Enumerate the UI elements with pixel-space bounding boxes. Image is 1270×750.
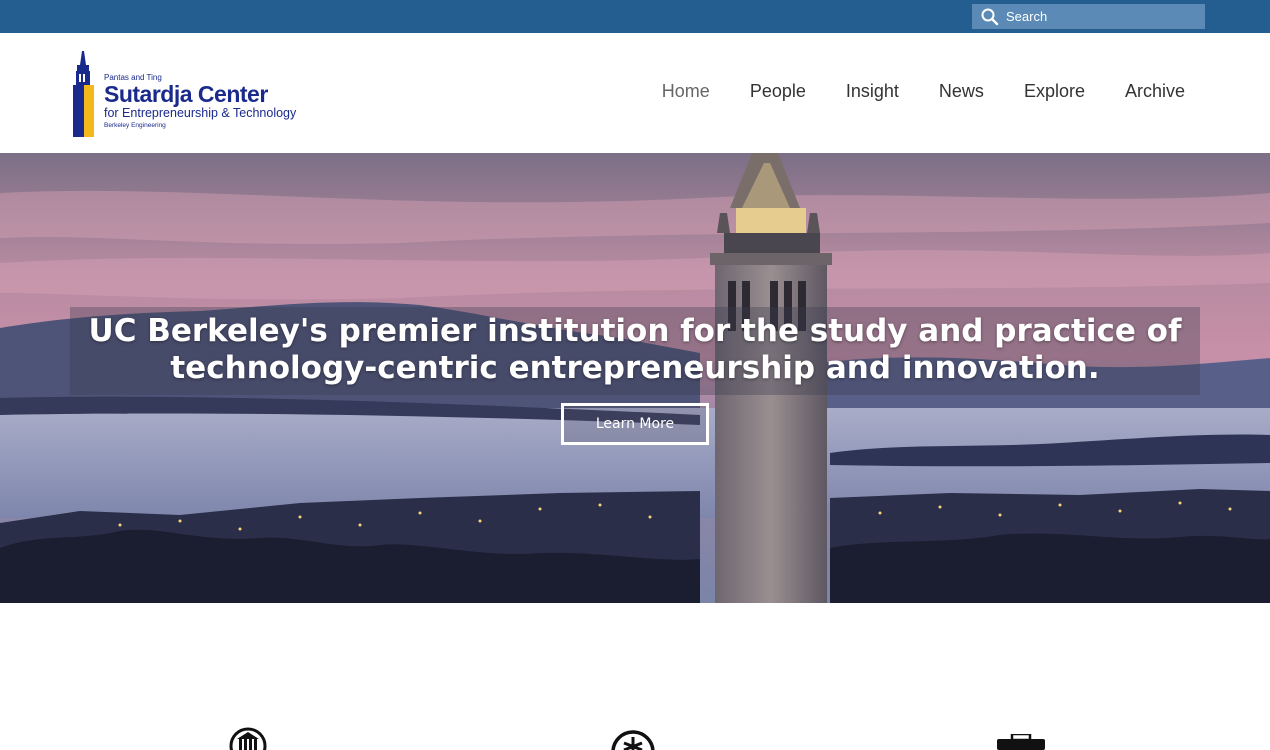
hero-headline: UC Berkeley's premier institution for th… — [70, 313, 1200, 387]
nav-item-explore[interactable]: Explore — [1024, 81, 1085, 102]
logo-org: Berkeley Engineering — [104, 122, 166, 129]
top-utility-bar — [0, 0, 1270, 33]
site-header: Pantas and Ting Sutardja Center for Entr… — [0, 33, 1270, 153]
campanile-logo-icon — [73, 51, 94, 137]
compass-icon[interactable] — [610, 729, 656, 750]
hero-headline-line-1: UC Berkeley's premier institution for th… — [88, 313, 1182, 349]
logo-subtitle: for Entrepreneurship & Technology — [104, 106, 297, 120]
main-nav: Home People Insight News Explore Archive — [622, 81, 1185, 102]
hero-headline-line-2: technology-centric entrepreneurship and … — [170, 350, 1100, 386]
learn-more-button[interactable]: Learn More — [561, 403, 709, 445]
logo-text: Pantas and Ting Sutardja Center for Entr… — [104, 73, 296, 132]
search-box[interactable] — [972, 4, 1205, 29]
search-input[interactable] — [1006, 9, 1196, 24]
nav-item-home[interactable]: Home — [662, 81, 710, 102]
hero-banner: UC Berkeley's premier institution for th… — [0, 153, 1270, 603]
site-logo[interactable]: Pantas and Ting Sutardja Center for Entr… — [72, 51, 312, 141]
logo-name: Sutardja Center — [104, 81, 268, 107]
briefcase-icon[interactable] — [996, 734, 1046, 750]
building-icon[interactable] — [229, 727, 267, 750]
nav-item-archive[interactable]: Archive — [1125, 81, 1185, 102]
nav-item-insight[interactable]: Insight — [846, 81, 899, 102]
search-icon — [981, 8, 999, 25]
features-section — [0, 603, 1270, 750]
nav-item-news[interactable]: News — [939, 81, 984, 102]
nav-item-people[interactable]: People — [750, 81, 806, 102]
